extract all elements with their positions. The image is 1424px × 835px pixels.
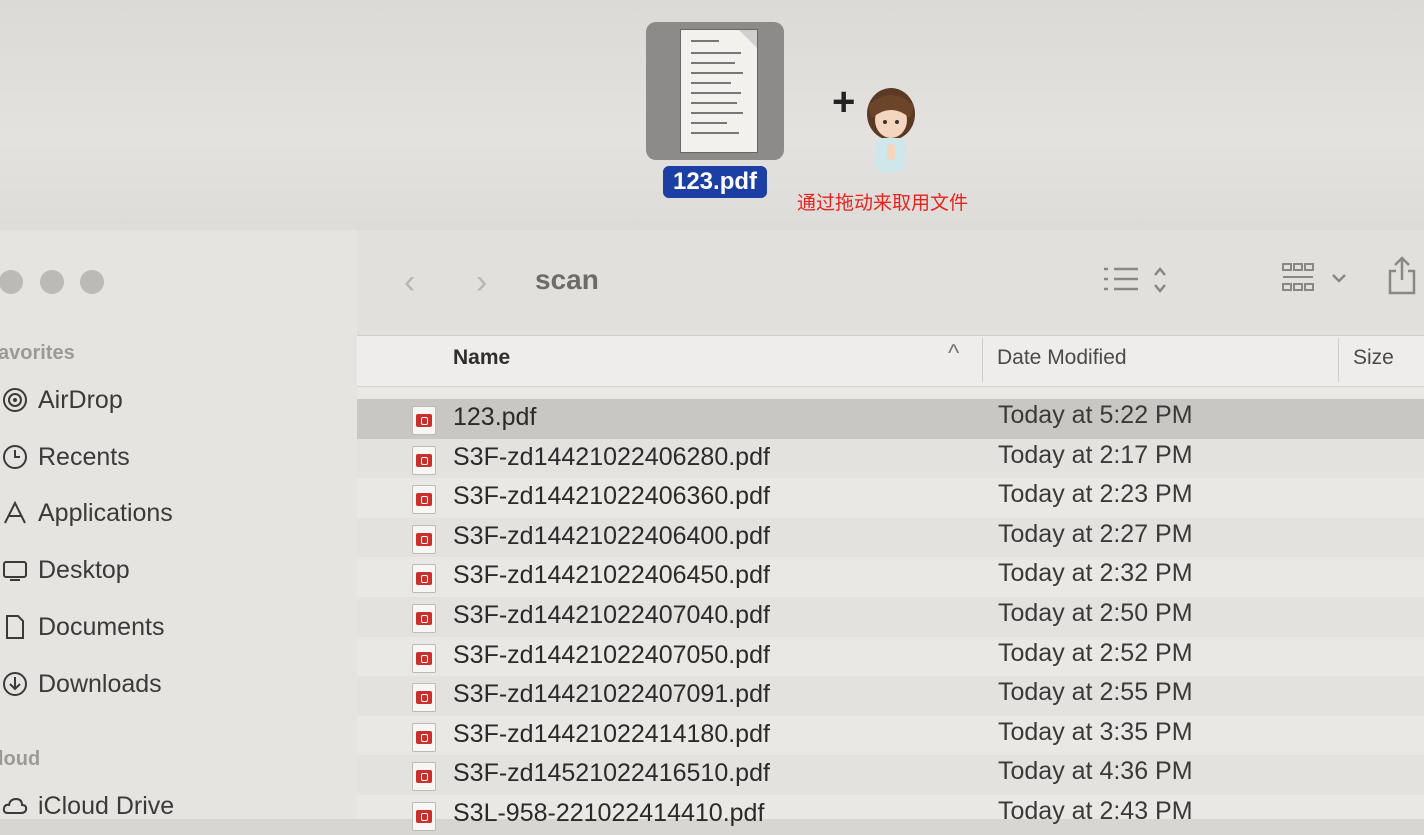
file-date-modified: Today at 2:55 PM <box>998 678 1193 707</box>
group-by-icon[interactable] <box>1281 262 1351 296</box>
pdf-file-icon <box>412 762 436 792</box>
sidebar-section-icloud: loud <box>0 748 41 770</box>
file-row[interactable]: S3F-zd14421022407091.pdf Today at 2:55 PM <box>357 676 1424 716</box>
cloud-icon <box>0 791 30 821</box>
file-row[interactable]: S3F-zd14421022407040.pdf Today at 2:50 PM <box>357 597 1424 637</box>
file-row[interactable]: S3F-zd14521022416510.pdf Today at 4:36 PM <box>357 755 1424 795</box>
file-row[interactable]: S3L-958-221022414410.pdf Today at 2:43 PM <box>357 795 1424 835</box>
pdf-file-icon <box>412 604 436 633</box>
sidebar-item-downloads[interactable]: Downloads <box>0 664 162 704</box>
file-row[interactable]: S3F-zd14421022406400.pdf Today at 2:27 PM <box>357 517 1424 558</box>
pdf-file-icon <box>412 802 436 831</box>
sidebar-item-icloud-drive[interactable]: iCloud Drive <box>0 786 174 826</box>
file-name: S3F-zd14421022414180.pdf <box>453 719 770 748</box>
sidebar-section-favorites: avorites <box>0 342 75 364</box>
file-date-modified: Today at 2:50 PM <box>998 599 1193 627</box>
sidebar-item-label: Documents <box>38 612 165 641</box>
file-date-modified: Today at 2:17 PM <box>998 440 1193 469</box>
pdf-page-preview <box>681 30 757 152</box>
pdf-file-icon <box>412 524 436 554</box>
sidebar-item-applications[interactable]: Applications <box>0 493 173 533</box>
file-name: S3F-zd14421022406400.pdf <box>453 521 770 550</box>
file-name: 123.pdf <box>453 403 537 431</box>
file-row[interactable]: 123.pdf Today at 5:22 PM <box>357 399 1424 439</box>
column-header-size[interactable]: Size <box>1353 346 1394 370</box>
finder-toolbar <box>357 230 1424 336</box>
applications-icon <box>0 498 30 528</box>
pdf-file-icon <box>412 406 436 435</box>
file-date-modified: Today at 2:52 PM <box>998 638 1193 667</box>
dragged-file-label: 123.pdf <box>663 166 767 198</box>
minimize-window-button[interactable] <box>40 270 64 294</box>
pdf-file-icon <box>412 643 436 673</box>
cartoon-character-icon <box>867 88 915 172</box>
sidebar-item-label: Downloads <box>38 669 162 698</box>
back-button[interactable]: ‹ <box>404 262 415 302</box>
column-divider[interactable] <box>1338 338 1339 382</box>
close-window-button[interactable] <box>0 270 23 294</box>
file-name: S3F-zd14421022407091.pdf <box>453 680 770 709</box>
column-header-date-modified[interactable]: Date Modified <box>997 346 1127 370</box>
column-header-bar <box>357 336 1424 387</box>
window-title: scan <box>535 264 599 295</box>
list-view-icon[interactable] <box>1102 264 1174 296</box>
copy-plus-icon: + <box>832 80 856 124</box>
file-date-modified: Today at 2:32 PM <box>998 559 1193 588</box>
clock-icon <box>0 442 30 472</box>
sidebar-item-documents[interactable]: Documents <box>0 607 164 647</box>
desktop-icon <box>0 555 30 585</box>
zoom-window-button[interactable] <box>80 270 104 294</box>
column-header-name[interactable]: Name <box>453 346 510 370</box>
download-icon <box>0 669 30 699</box>
sort-ascending-icon: ^ <box>948 340 960 367</box>
file-name: S3F-zd14421022407040.pdf <box>453 601 770 629</box>
sidebar-item-label: iCloud Drive <box>38 791 175 820</box>
file-row[interactable]: S3F-zd14421022407050.pdf Today at 2:52 PM <box>357 637 1424 677</box>
column-divider[interactable] <box>982 338 983 382</box>
sidebar-item-airdrop[interactable]: AirDrop <box>0 380 123 420</box>
sidebar-item-desktop[interactable]: Desktop <box>0 550 130 590</box>
forward-button[interactable]: › <box>476 262 487 302</box>
file-name: S3F-zd14421022407050.pdf <box>453 640 770 669</box>
pdf-file-icon <box>412 722 436 752</box>
file-date-modified: Today at 2:23 PM <box>998 480 1193 509</box>
file-row[interactable]: S3F-zd14421022406450.pdf Today at 2:32 PM <box>357 557 1424 597</box>
file-name: S3F-zd14421022406280.pdf <box>453 442 770 471</box>
file-name: S3L-958-221022414410.pdf <box>453 799 765 827</box>
file-date-modified: Today at 5:22 PM <box>998 401 1193 429</box>
pdf-file-icon <box>412 485 436 515</box>
airdrop-icon <box>0 385 30 415</box>
file-name: S3F-zd14421022406360.pdf <box>453 482 770 511</box>
document-icon <box>0 612 30 642</box>
file-name: S3F-zd14521022416510.pdf <box>453 759 770 788</box>
sidebar-item-label: Desktop <box>38 555 130 584</box>
file-row[interactable]: S3F-zd14421022406280.pdf Today at 2:17 PM <box>357 438 1424 479</box>
pdf-file-icon <box>412 445 436 475</box>
file-date-modified: Today at 2:43 PM <box>998 797 1193 825</box>
file-row[interactable]: S3F-zd14421022406360.pdf Today at 2:23 PM <box>357 478 1424 518</box>
sidebar-item-label: Applications <box>38 498 173 527</box>
share-icon[interactable] <box>1386 256 1418 296</box>
file-row[interactable]: S3F-zd14421022414180.pdf Today at 3:35 PM <box>357 716 1424 756</box>
pdf-file-icon <box>412 564 436 594</box>
file-date-modified: Today at 3:35 PM <box>998 717 1193 746</box>
pdf-file-icon <box>412 683 436 713</box>
sidebar-item-label: Recents <box>38 442 130 471</box>
file-name: S3F-zd14421022406450.pdf <box>453 561 770 590</box>
drag-hint-text: 通过拖动来取用文件 <box>797 193 969 214</box>
sidebar-item-recents[interactable]: Recents <box>0 437 130 477</box>
file-date-modified: Today at 2:27 PM <box>998 519 1193 548</box>
sidebar-item-label: AirDrop <box>38 385 123 414</box>
file-date-modified: Today at 4:36 PM <box>998 757 1193 786</box>
